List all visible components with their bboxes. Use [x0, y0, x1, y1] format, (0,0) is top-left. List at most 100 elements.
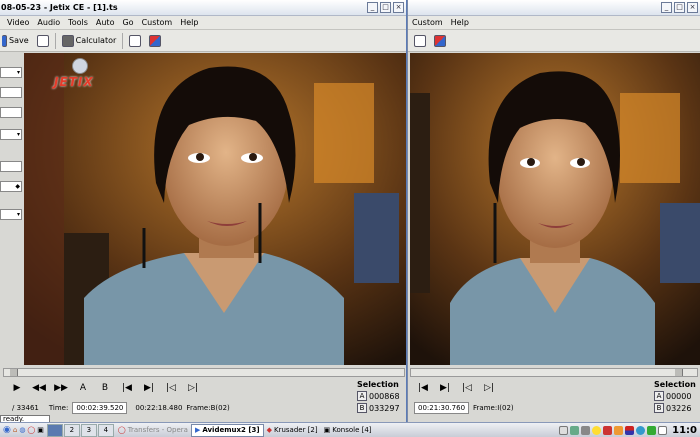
- close-button[interactable]: ×: [393, 2, 404, 13]
- marker-a-value: 00000: [666, 391, 692, 401]
- time-label: Time:: [48, 404, 69, 412]
- menu-video[interactable]: Video: [0, 18, 33, 27]
- title-bar[interactable]: 08-05-23 - Jetix CE - [1].ts _ □ ×: [0, 0, 406, 16]
- opera-icon[interactable]: ◯: [27, 426, 35, 434]
- clipboard-icon[interactable]: [559, 425, 569, 435]
- menu-custom[interactable]: Custom: [408, 18, 447, 27]
- format-dropdown[interactable]: ▾: [0, 209, 22, 220]
- menu-bar: Video Audio Tools Auto Go Custom Help: [0, 16, 406, 30]
- menu-bar: Custom Help: [408, 16, 700, 30]
- update-icon[interactable]: [603, 425, 613, 435]
- frame-type: Frame:B(02): [186, 404, 230, 412]
- selection-panel: Selection A 00000 B 03226: [654, 380, 700, 413]
- last-frame-button[interactable]: ▷|: [186, 383, 200, 393]
- bulb-icon[interactable]: [592, 425, 602, 435]
- timeline-thumb[interactable]: [10, 369, 18, 376]
- play-button[interactable]: ▶: [10, 383, 24, 393]
- timeline-scrollbar[interactable]: [3, 368, 405, 377]
- first-frame-button[interactable]: |◁: [164, 383, 178, 393]
- home-icon[interactable]: ⌂: [13, 426, 17, 434]
- marker-a-button[interactable]: A: [654, 391, 664, 401]
- menu-audio[interactable]: Audio: [33, 18, 64, 27]
- menu-tools[interactable]: Tools: [64, 18, 92, 27]
- video-config-field[interactable]: [0, 87, 22, 98]
- marker-a-button[interactable]: A: [357, 391, 367, 401]
- toolbar: Save Calculator: [0, 30, 406, 52]
- terminal-icon[interactable]: ▣: [37, 426, 44, 434]
- set-marker-a-button[interactable]: A: [76, 383, 90, 393]
- opera-icon: ◯: [117, 426, 126, 434]
- menu-help[interactable]: Help: [176, 18, 202, 27]
- maximize-button[interactable]: □: [380, 2, 391, 13]
- system-tray: 11:0: [559, 425, 700, 436]
- marker-b-button[interactable]: B: [357, 403, 367, 413]
- video-filters-field[interactable]: [0, 107, 22, 118]
- save-label: Save: [9, 36, 29, 45]
- first-frame-button[interactable]: |◁: [460, 383, 474, 393]
- torrent-icon[interactable]: [647, 425, 657, 435]
- calculator-label: Calculator: [75, 36, 117, 45]
- marker-b-value: 033297: [369, 403, 400, 413]
- set-marker-b-button[interactable]: B: [98, 383, 112, 393]
- filters-button[interactable]: [147, 32, 163, 50]
- next-keyframe-button[interactable]: ▶|: [142, 383, 156, 393]
- mail-icon[interactable]: [658, 425, 668, 435]
- maximize-button[interactable]: □: [674, 2, 685, 13]
- next-keyframe-button[interactable]: ▶|: [438, 383, 452, 393]
- avidemux-icon: ▶: [194, 426, 201, 434]
- title-bar[interactable]: _ □ ×: [408, 0, 700, 16]
- calculator-button[interactable]: Calculator: [60, 32, 119, 50]
- menu-go[interactable]: Go: [118, 18, 137, 27]
- timeline-thumb[interactable]: [675, 369, 683, 376]
- video-codec-dropdown[interactable]: ▾: [0, 67, 22, 78]
- marker-a-value: 000868: [369, 391, 400, 401]
- taskbar: ◉ ⌂ ◍ ◯ ▣ 2 3 4 ◯ Transfers - Opera ▶ Avid…: [0, 422, 700, 437]
- preview-button[interactable]: [127, 32, 143, 50]
- shift-spinner[interactable]: ◆: [0, 181, 22, 192]
- prev-keyframe-button[interactable]: |◀: [416, 383, 430, 393]
- task-konsole[interactable]: ▣ Konsole [4]: [321, 424, 375, 437]
- forward-button[interactable]: ▶▶: [54, 383, 68, 393]
- timeline-scrollbar[interactable]: [410, 368, 698, 377]
- task-avidemux[interactable]: ▶ Avidemux2 [3]: [190, 423, 264, 437]
- time-field[interactable]: 00:02:39.520: [72, 402, 128, 414]
- monitor-icon: [129, 34, 142, 47]
- minimize-button[interactable]: _: [661, 2, 672, 13]
- volume-icon[interactable]: [581, 425, 591, 435]
- menu-auto[interactable]: Auto: [92, 18, 119, 27]
- desktop-2[interactable]: 2: [63, 423, 80, 437]
- minimize-button[interactable]: _: [367, 2, 378, 13]
- last-frame-button[interactable]: ▷|: [482, 383, 496, 393]
- audio-codec-dropdown[interactable]: ▾: [0, 129, 22, 140]
- avidemux-window-right: _ □ × Custom Help |◀ ▶| |◁ ▷| Selection …: [408, 0, 700, 437]
- marker-b-button[interactable]: B: [654, 403, 664, 413]
- menu-help[interactable]: Help: [447, 18, 473, 27]
- codec-side-panel: ▾ ▾ ◆ ▾: [0, 53, 24, 365]
- globe-icon[interactable]: [636, 425, 646, 435]
- keyboard-flag-icon[interactable]: [625, 425, 635, 435]
- prev-keyframe-button[interactable]: |◀: [120, 383, 134, 393]
- task-krusader[interactable]: ◆ Krusader [2]: [264, 424, 321, 437]
- preview-button[interactable]: [412, 32, 428, 50]
- desktop-3[interactable]: 3: [80, 423, 97, 437]
- filters-button[interactable]: [432, 32, 448, 50]
- desktop-1[interactable]: [46, 423, 63, 437]
- close-button[interactable]: ×: [687, 2, 698, 13]
- task-opera[interactable]: ◯ Transfers - Opera: [115, 424, 191, 437]
- network-icon[interactable]: [570, 425, 580, 435]
- tools-icon[interactable]: [614, 425, 624, 435]
- video-frame: [24, 53, 406, 365]
- konqueror-icon[interactable]: ◍: [19, 426, 25, 434]
- audio-config-field[interactable]: [0, 161, 22, 172]
- window-title: 08-05-23 - Jetix CE - [1].ts: [1, 3, 118, 12]
- save-button[interactable]: Save: [0, 32, 31, 50]
- properties-button[interactable]: [35, 32, 51, 50]
- kde-menu-icon[interactable]: ◉: [3, 425, 11, 435]
- selection-label: Selection: [357, 380, 399, 389]
- konsole-icon: ▣: [323, 426, 331, 434]
- desktop-4[interactable]: 4: [97, 423, 114, 437]
- time-field[interactable]: 00:21:30.760: [414, 402, 470, 414]
- menu-custom[interactable]: Custom: [138, 18, 177, 27]
- rewind-button[interactable]: ◀◀: [32, 383, 46, 393]
- clock[interactable]: 11:0: [669, 425, 700, 436]
